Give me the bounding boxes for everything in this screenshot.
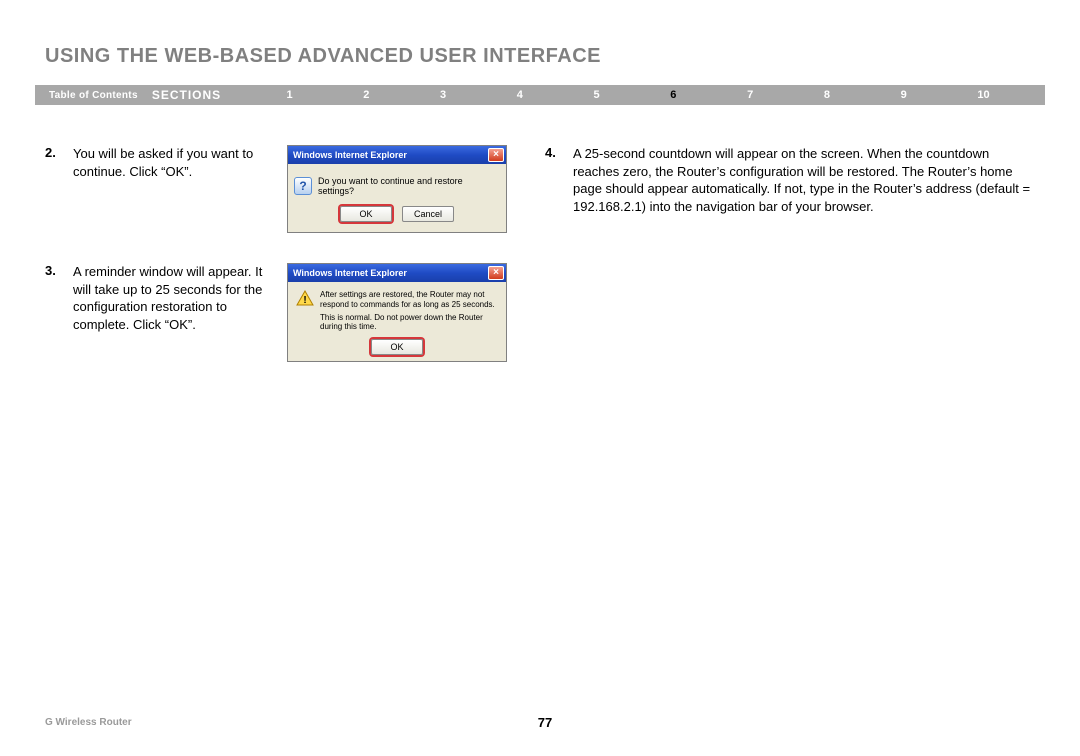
toc-link[interactable]: Table of Contents [35, 90, 152, 101]
product-name: G Wireless Router [45, 717, 132, 728]
dialog1-message: Do you want to continue and restore sett… [318, 176, 500, 196]
dialog2-line2: This is normal. Do not power down the Ro… [320, 313, 498, 331]
step-3-text: A reminder window will appear. It will t… [73, 263, 273, 362]
warning-icon: ! [296, 290, 314, 306]
section-link-3[interactable]: 3 [440, 89, 446, 101]
page-footer: G Wireless Router 77 [45, 717, 1045, 728]
section-link-10[interactable]: 10 [977, 89, 989, 101]
question-icon [294, 177, 312, 195]
ok-button[interactable]: OK [371, 339, 423, 355]
section-link-5[interactable]: 5 [594, 89, 600, 101]
section-link-1[interactable]: 1 [286, 89, 292, 101]
section-link-2[interactable]: 2 [363, 89, 369, 101]
section-navbar: Table of Contents SECTIONS 1 2 3 4 5 6 7 8 9 10 [35, 85, 1045, 105]
step-2-number: 2. [45, 145, 73, 233]
dialog2-title: Windows Internet Explorer [293, 268, 488, 278]
page-title: USING THE WEB-BASED ADVANCED USER INTERF… [45, 45, 601, 68]
step-2-text: You will be asked if you want to continu… [73, 145, 273, 233]
close-icon[interactable]: × [488, 266, 504, 280]
step-4-text: A 25-second countdown will appear on the… [573, 145, 1033, 233]
section-link-6[interactable]: 6 [670, 89, 676, 101]
page-number: 77 [538, 715, 552, 730]
dialog-confirm-restore: Windows Internet Explorer × Do you want … [287, 145, 507, 233]
step-3-number: 3. [45, 263, 73, 362]
step-4-number: 4. [545, 145, 573, 233]
dialog-restore-reminder: Windows Internet Explorer × ! After sett… [287, 263, 507, 362]
dialog1-title: Windows Internet Explorer [293, 150, 488, 160]
ok-button[interactable]: OK [340, 206, 392, 222]
section-link-8[interactable]: 8 [824, 89, 830, 101]
section-link-9[interactable]: 9 [901, 89, 907, 101]
svg-text:!: ! [303, 295, 306, 306]
dialog2-line1: After settings are restored, the Router … [320, 290, 498, 309]
close-icon[interactable]: × [488, 148, 504, 162]
sections-label: SECTIONS [152, 88, 251, 102]
section-link-4[interactable]: 4 [517, 89, 523, 101]
cancel-button[interactable]: Cancel [402, 206, 454, 222]
section-link-7[interactable]: 7 [747, 89, 753, 101]
